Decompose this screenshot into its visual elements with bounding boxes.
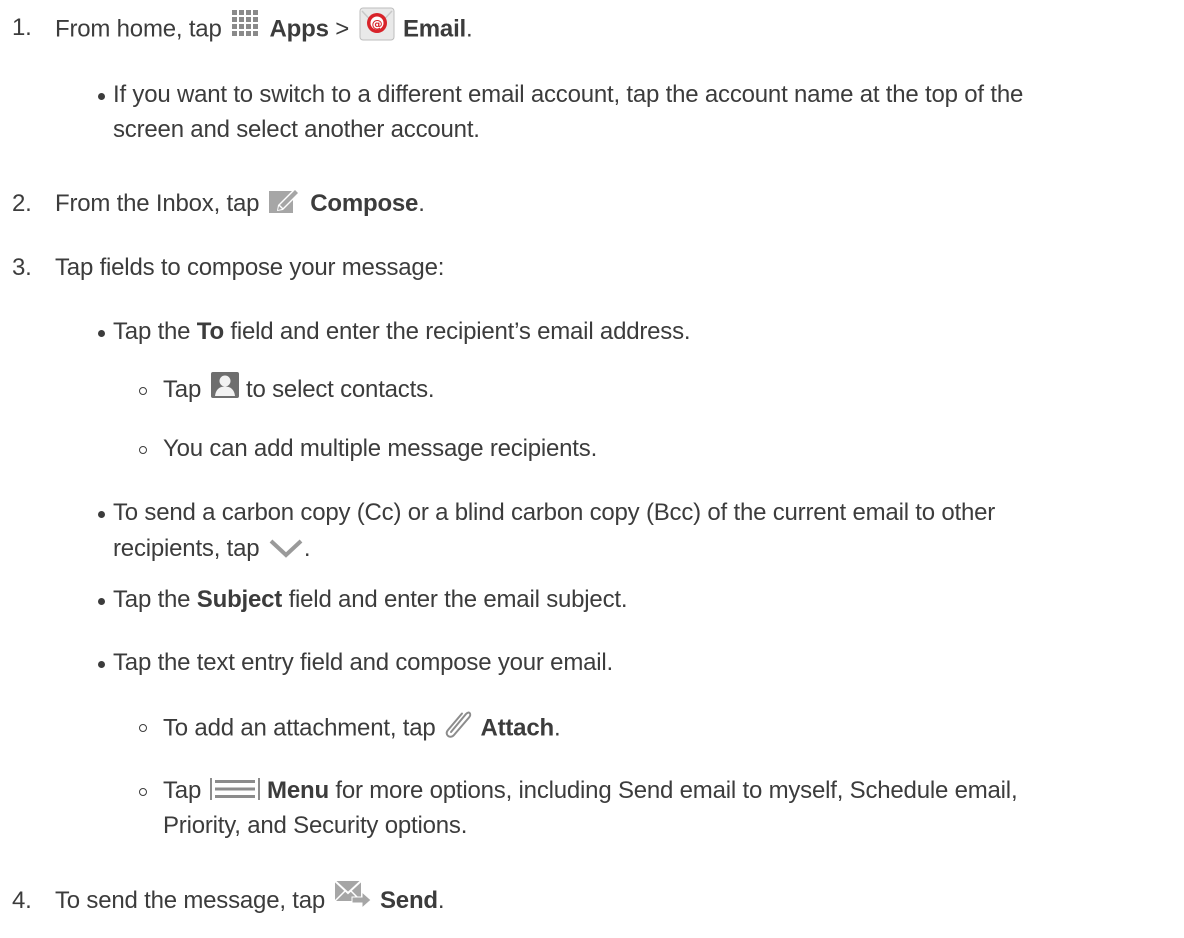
- menu-item-line-1: Tap Menu for more options, including Sen…: [163, 776, 1018, 806]
- select-contacts-post: to select contacts.: [246, 376, 435, 403]
- step-1-bullet-line-2: screen and select another account.: [113, 116, 480, 143]
- step-4-number: 4.: [12, 887, 32, 914]
- step-3-text: Tap fields to compose your message:: [55, 254, 445, 281]
- step-1-text: From home, tap Apps > @ Email.: [55, 7, 473, 47]
- sub-bullet-ring: [139, 788, 147, 796]
- contact-icon: [210, 371, 240, 399]
- apps-label: Apps: [269, 15, 329, 43]
- to-label: To: [196, 318, 224, 345]
- text-entry-bullet: Tap the text entry field and compose you…: [113, 649, 614, 676]
- multiple-recipients-item: You can add multiple message recipients.: [163, 435, 598, 462]
- send-label: Send: [379, 887, 438, 914]
- to-bullet-pre: Tap the: [113, 318, 191, 345]
- paperclip-icon: [442, 706, 474, 740]
- cc-bcc-line-2-pre: recipients, tap: [113, 535, 260, 562]
- bullet-dot: [98, 661, 105, 668]
- step-2-prefix: From the Inbox, tap: [55, 190, 260, 217]
- menu-pre: Tap: [163, 777, 202, 804]
- menu-label: Menu: [267, 777, 329, 804]
- sub-bullet-ring: [139, 446, 147, 454]
- step-4-text: To send the message, tap Send.: [55, 879, 445, 917]
- menu-item-line-2: Priority, and Security options.: [163, 812, 468, 839]
- subject-field-bullet: Tap the Subject field and enter the emai…: [113, 585, 628, 615]
- cc-bcc-line-2: recipients, tap .: [113, 534, 311, 564]
- step-4-prefix: To send the message, tap: [55, 887, 326, 914]
- attach-pre: To add an attachment, tap: [163, 714, 436, 742]
- menu-post: for more options, including Send email t…: [335, 777, 1018, 804]
- chevron-down-icon: [268, 536, 304, 558]
- step-2-period: .: [418, 190, 425, 217]
- email-app-icon: @: [359, 7, 395, 41]
- apps-grid-icon: [230, 8, 263, 40]
- step-1-bullet-line-1: If you want to switch to a different ema…: [113, 81, 1024, 108]
- svg-text:@: @: [371, 18, 382, 31]
- step-1-period: .: [466, 15, 473, 43]
- step-1-prefix: From home, tap: [55, 15, 222, 43]
- sub-bullet-ring: [139, 724, 147, 732]
- instructions-page: 1. From home, tap Apps > @ Email. If you…: [0, 0, 1184, 938]
- step-1-separator: >: [335, 15, 350, 43]
- subject-bullet-pre: Tap the: [113, 586, 191, 613]
- subject-bullet-post: field and enter the email subject.: [288, 586, 628, 613]
- to-field-bullet: Tap the To field and enter the recipient…: [113, 317, 691, 347]
- attach-post: .: [553, 714, 561, 742]
- subject-label: Subject: [196, 586, 283, 613]
- sub-bullet-ring: [139, 387, 147, 395]
- step-3-number: 3.: [12, 254, 32, 281]
- attach-item: To add an attachment, tap Attach.: [163, 711, 561, 746]
- send-icon: [333, 879, 372, 909]
- step-1-number: 1.: [12, 14, 32, 41]
- bullet-dot: [98, 330, 105, 337]
- step-4-period: .: [437, 887, 445, 914]
- cc-bcc-line-1: To send a carbon copy (Cc) or a blind ca…: [113, 499, 996, 526]
- email-label: Email: [402, 15, 467, 43]
- to-bullet-post: field and enter the recipient’s email ad…: [230, 318, 691, 345]
- menu-icon: [209, 777, 261, 801]
- bullet-dot: [98, 511, 105, 518]
- compose-label: Compose: [310, 190, 419, 217]
- cc-bcc-line-2-post: .: [303, 535, 311, 562]
- select-contacts-item: Tap to select contacts.: [163, 371, 435, 405]
- step-2-number: 2.: [12, 190, 32, 217]
- compose-icon: [268, 185, 302, 215]
- attach-label: Attach: [480, 714, 554, 742]
- step-2-text: From the Inbox, tap Compose.: [55, 188, 425, 220]
- select-contacts-pre: Tap: [163, 376, 202, 403]
- bullet-dot: [98, 93, 105, 100]
- bullet-dot: [98, 598, 105, 605]
